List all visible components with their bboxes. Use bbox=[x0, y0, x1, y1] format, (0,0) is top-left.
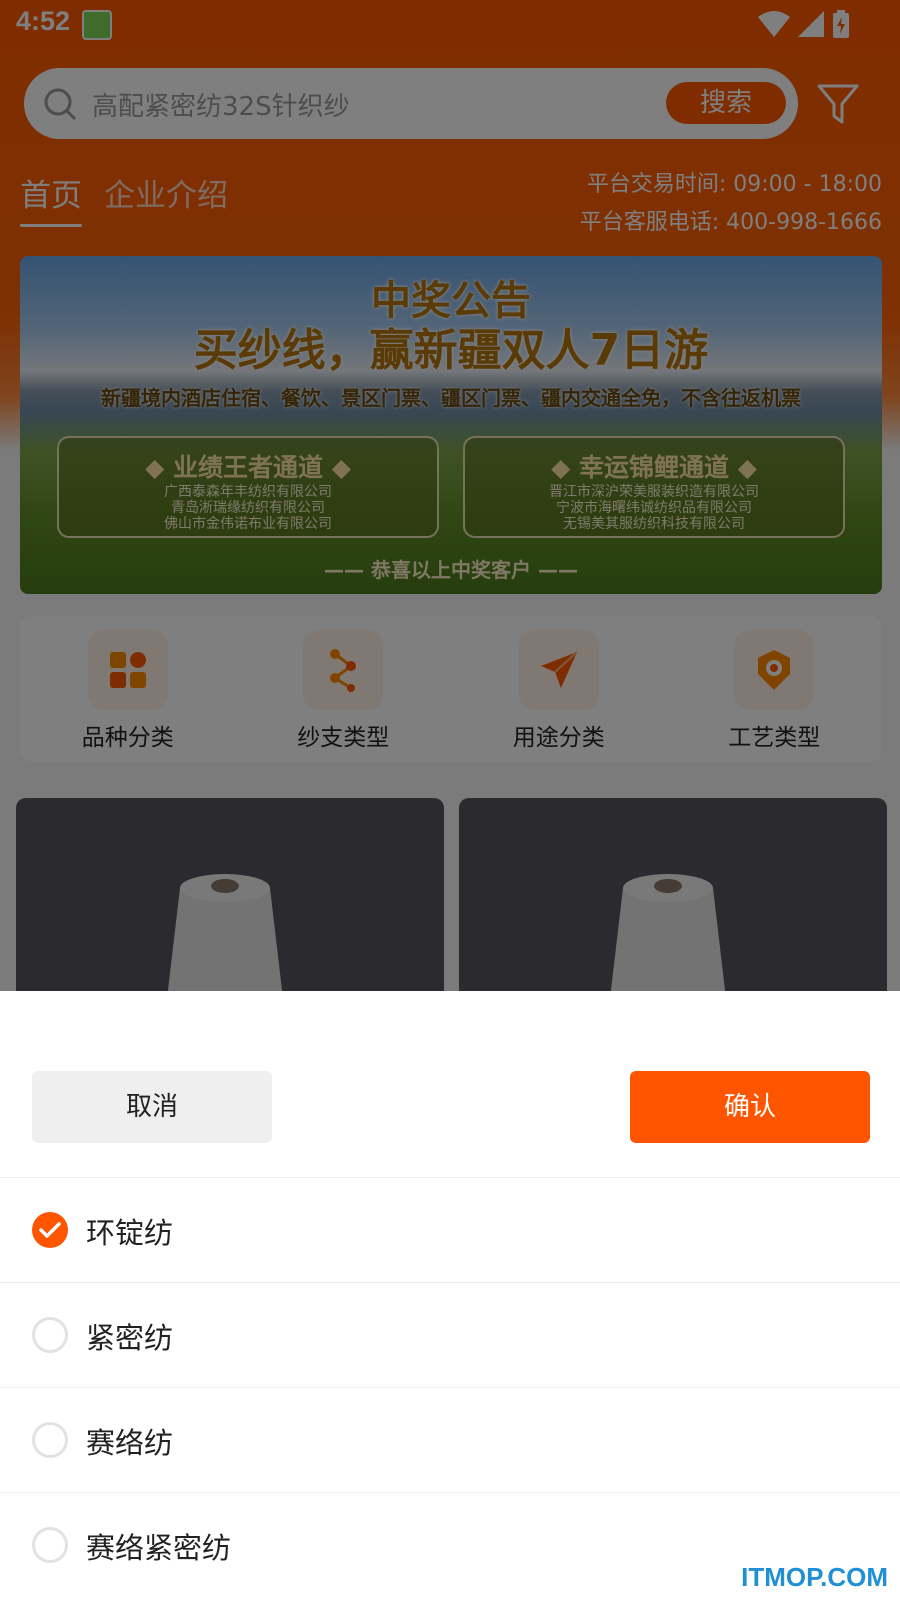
cancel-button[interactable]: 取消 bbox=[32, 1071, 272, 1143]
spinning-type-picker: 取消 确认 环锭纺 紧密纺 赛络纺 赛络紧密纺 bbox=[0, 991, 900, 1600]
option-label: 环锭纺 bbox=[86, 1216, 174, 1250]
option-label: 紧密纺 bbox=[86, 1321, 174, 1355]
option-compact-spinning[interactable]: 紧密纺 bbox=[0, 1282, 900, 1387]
option-label: 赛络纺 bbox=[86, 1426, 174, 1460]
option-ring-spinning[interactable]: 环锭纺 bbox=[0, 1177, 900, 1282]
radio-unchecked[interactable] bbox=[32, 1527, 68, 1563]
option-label: 赛络紧密纺 bbox=[86, 1531, 232, 1565]
checkmark-icon bbox=[39, 1222, 61, 1238]
option-siro-spinning[interactable]: 赛络纺 bbox=[0, 1387, 900, 1492]
radio-unchecked[interactable] bbox=[32, 1317, 68, 1353]
confirm-button[interactable]: 确认 bbox=[630, 1071, 870, 1143]
watermark: ITMOP.COM bbox=[741, 1562, 888, 1592]
radio-unchecked[interactable] bbox=[32, 1422, 68, 1458]
radio-checked[interactable] bbox=[32, 1212, 68, 1248]
